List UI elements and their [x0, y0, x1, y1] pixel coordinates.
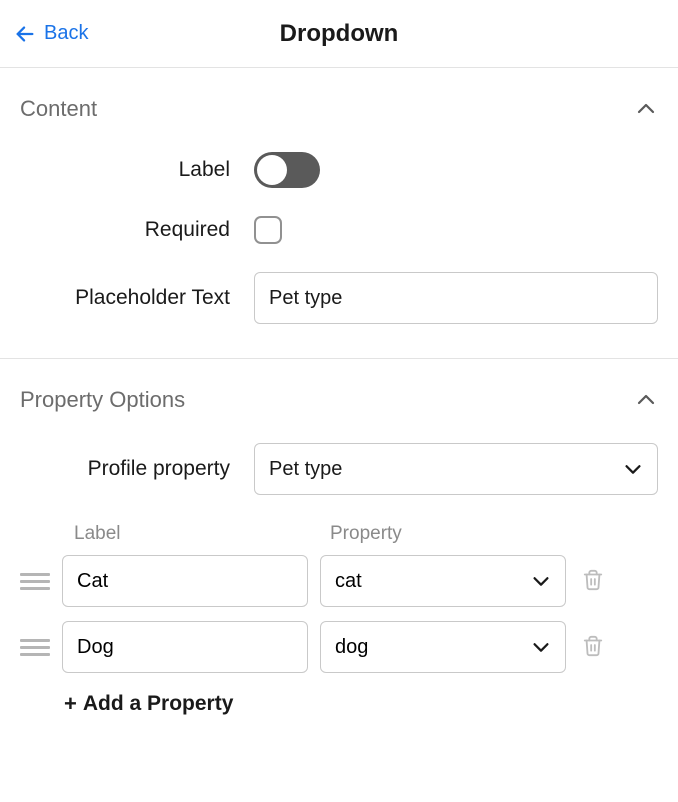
- label-toggle[interactable]: [254, 152, 320, 188]
- drag-handle-icon[interactable]: [20, 573, 50, 590]
- options-column-property: Property: [322, 523, 402, 545]
- content-section-header[interactable]: Content: [20, 96, 658, 122]
- plus-icon: +: [64, 691, 77, 717]
- placeholder-field-label: Placeholder Text: [20, 286, 254, 310]
- required-checkbox[interactable]: [254, 216, 282, 244]
- chevron-up-icon: [634, 388, 658, 412]
- option-property-select[interactable]: dog: [320, 621, 566, 673]
- profile-property-select[interactable]: Pet type: [254, 443, 658, 495]
- page-title: Dropdown: [280, 20, 399, 48]
- profile-property-field-label: Profile property: [20, 457, 254, 481]
- add-property-label: Add a Property: [83, 692, 234, 716]
- delete-option-button[interactable]: [578, 630, 608, 665]
- option-property-select[interactable]: cat: [320, 555, 566, 607]
- toggle-knob: [257, 155, 287, 185]
- property-options-section-header[interactable]: Property Options: [20, 387, 658, 413]
- option-row: dog: [20, 621, 658, 673]
- back-button[interactable]: Back: [14, 22, 88, 45]
- trash-icon: [582, 634, 604, 658]
- delete-option-button[interactable]: [578, 564, 608, 599]
- option-row: cat: [20, 555, 658, 607]
- chevron-up-icon: [634, 97, 658, 121]
- property-options-section-title: Property Options: [20, 387, 185, 413]
- required-field-label: Required: [20, 218, 254, 242]
- label-field-label: Label: [20, 158, 254, 182]
- content-section-title: Content: [20, 96, 97, 122]
- arrow-left-icon: [14, 23, 36, 45]
- drag-handle-icon[interactable]: [20, 639, 50, 656]
- back-label: Back: [44, 22, 88, 45]
- option-label-input[interactable]: [62, 621, 308, 673]
- add-property-button[interactable]: + Add a Property: [64, 691, 233, 717]
- options-column-label: Label: [64, 523, 322, 545]
- option-label-input[interactable]: [62, 555, 308, 607]
- trash-icon: [582, 568, 604, 592]
- placeholder-input[interactable]: [254, 272, 658, 324]
